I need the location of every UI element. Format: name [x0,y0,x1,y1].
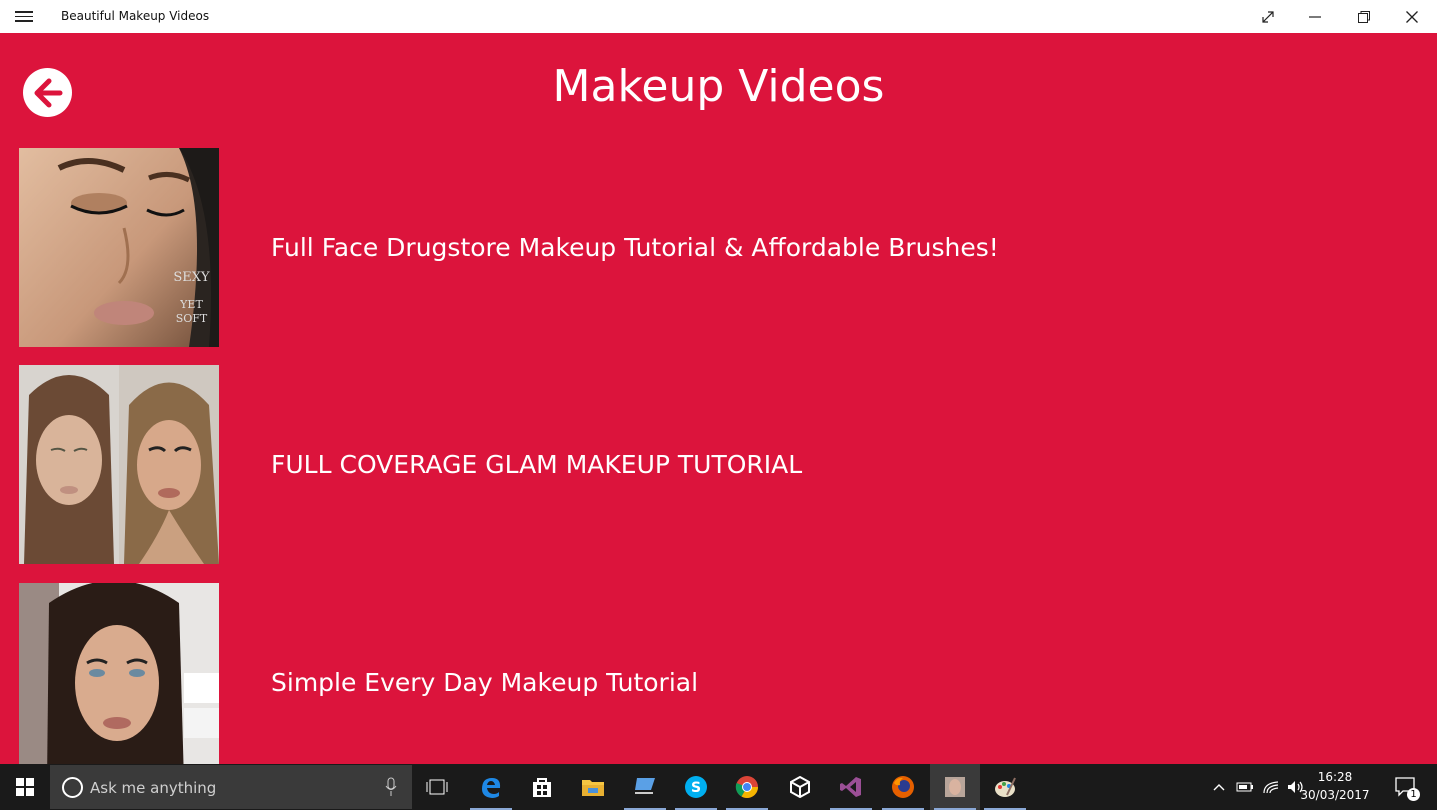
remote-desktop-icon [635,778,655,794]
taskbar-visual-studio[interactable] [826,764,876,810]
taskbar-chrome[interactable] [722,764,772,810]
video-title: FULL COVERAGE GLAM MAKEUP TUTORIAL [271,450,803,479]
taskbar-remote-desktop[interactable] [620,764,670,810]
unity-icon [790,776,810,798]
action-center-button[interactable]: 1 [1388,764,1424,810]
task-view-button[interactable] [412,764,462,810]
hamburger-icon[interactable] [14,8,34,24]
edge-icon [482,778,501,798]
video-list-item[interactable]: SEXY YET SOFT Full Face Drugstore Makeup… [19,148,1419,347]
clock-time: 16:28 [1317,770,1353,784]
page-title: Makeup Videos [552,61,885,112]
firefox-icon [892,776,914,798]
taskbar-unity[interactable] [775,764,825,810]
video-list-item[interactable]: FULL COVERAGE GLAM MAKEUP TUTORIAL [19,365,1419,564]
taskbar-file-explorer[interactable] [568,764,618,810]
minimize-icon [1309,15,1321,18]
skype-icon: S [685,776,707,798]
chevron-up-icon [1213,784,1225,791]
video-title: Full Face Drugstore Makeup Tutorial & Af… [271,233,999,262]
clock-date: 30/03/2017 [1300,788,1370,802]
thumbnail-text-1: SEXY [173,270,210,285]
visual-studio-icon [840,777,861,797]
close-icon [1406,10,1418,23]
cortana-icon [62,777,83,798]
wifi-icon [1263,781,1279,794]
taskbar: S 16:28 30/03/2017 1 [0,764,1437,810]
video-thumbnail: SEXY YET SOFT [19,148,219,347]
tray-expand[interactable] [1208,764,1230,810]
restore-button[interactable] [1341,0,1387,33]
store-icon [533,778,551,797]
search-input[interactable] [88,775,372,801]
tray-battery[interactable] [1233,764,1257,810]
windows-icon [16,778,34,796]
svg-text:S: S [691,780,701,796]
makeup-app-icon [945,777,965,797]
taskbar-edge[interactable] [466,764,516,810]
taskbar-paint[interactable] [980,764,1030,810]
start-button[interactable] [0,764,50,810]
video-list-item[interactable]: Simple Every Day Makeup Tutorial [19,583,1419,764]
video-thumbnail [19,583,219,764]
video-title: Simple Every Day Makeup Tutorial [271,668,699,697]
fullscreen-icon [1262,10,1274,23]
video-thumbnail [19,365,219,564]
taskbar-skype[interactable]: S [671,764,721,810]
minimize-button[interactable] [1292,0,1338,33]
battery-icon [1236,782,1253,792]
tray-wifi[interactable] [1259,764,1283,810]
notification-count: 1 [1407,788,1420,801]
taskbar-makeup-app[interactable] [930,764,980,810]
thumbnail-caption: SEXY YET SOFT [169,258,214,326]
file-explorer-icon [582,780,604,796]
close-button[interactable] [1389,0,1435,33]
task-view-icon [426,779,448,795]
paint-icon [995,777,1016,797]
app-content: Makeup Videos SEXY YET SOFT Full Face Dr… [0,33,1437,764]
taskbar-clock[interactable]: 16:28 30/03/2017 [1300,768,1370,804]
fullscreen-button[interactable] [1245,0,1291,33]
title-bar: Beautiful Makeup Videos [0,0,1437,33]
thumbnail-text-2: YET SOFT [175,298,208,325]
chrome-icon [735,776,758,798]
app-title: Beautiful Makeup Videos [61,9,210,23]
taskbar-firefox[interactable] [878,764,928,810]
cortana-search-box[interactable] [50,765,412,809]
taskbar-store[interactable] [517,764,567,810]
microphone-icon[interactable] [385,777,397,797]
restore-icon [1358,10,1370,23]
